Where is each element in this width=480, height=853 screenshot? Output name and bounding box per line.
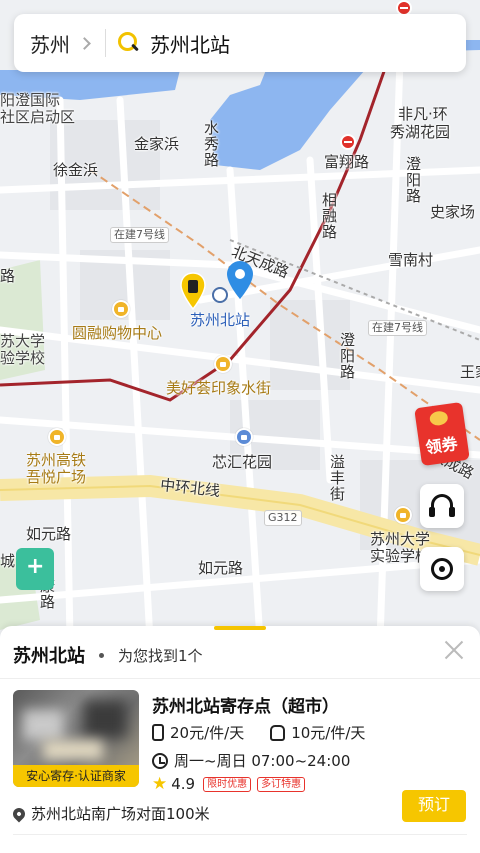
city-selector[interactable]: 苏州 xyxy=(14,29,91,58)
promo-tag: 多订特惠 xyxy=(257,776,306,792)
map-label: 社区启动区 xyxy=(0,108,76,126)
map-label: 金家浜 xyxy=(134,135,180,153)
map-label: 秀湖花园 xyxy=(390,123,451,141)
sheet-title: 苏州北站 xyxy=(13,646,85,667)
price-row: 20元/件/天 10元/件/天 xyxy=(152,722,365,743)
search-input[interactable]: 苏州北站 xyxy=(150,29,230,58)
plaza-poi-icon[interactable] xyxy=(48,428,66,446)
map-label: 澄阳路 xyxy=(404,156,422,204)
sheet-header: 苏州北站 为您找到1个 xyxy=(13,642,203,668)
map-label: 相融路 xyxy=(320,192,338,240)
coupon-button[interactable]: 领券 xyxy=(414,401,470,467)
residence-poi-icon[interactable] xyxy=(235,428,253,446)
rating-row: ★ 4.9 限时优惠 多订特惠 xyxy=(152,774,311,794)
star-icon: ★ xyxy=(152,774,168,794)
map-label: 在建7号线 xyxy=(110,227,169,243)
bag-price: 10元/件/天 xyxy=(291,724,366,742)
clock-icon xyxy=(152,752,168,769)
promo-tag: 限时优惠 xyxy=(203,776,252,792)
map-label: 水秀路 xyxy=(202,120,220,168)
mall-poi-icon[interactable] xyxy=(112,300,130,318)
close-icon[interactable] xyxy=(444,640,464,660)
storage-marker-icon[interactable] xyxy=(180,272,206,310)
map-label: 路 xyxy=(0,267,16,285)
rating-value: 4.9 xyxy=(171,775,196,793)
divider xyxy=(105,29,106,57)
pin-icon xyxy=(10,805,28,822)
book-button[interactable]: 预订 xyxy=(402,790,466,822)
chevron-right-icon xyxy=(78,36,91,50)
metro-icon[interactable] xyxy=(340,134,356,150)
map-label: 苏大学 xyxy=(0,332,46,350)
school-poi-icon[interactable] xyxy=(394,506,412,524)
address-text: 苏州北站南广场对面100米 xyxy=(31,805,210,823)
sheet-handle[interactable] xyxy=(214,626,266,630)
locate-button[interactable] xyxy=(420,547,464,591)
map-label: 城 xyxy=(0,552,16,570)
map-label[interactable]: 吾悦广场 xyxy=(26,469,86,486)
opening-hours: 周一~周日 07:00~24:00 xyxy=(174,752,351,770)
results-sheet[interactable]: 苏州北站 为您找到1个 安心寄存·认证商家 苏州北站寄存点（超市） 20元/件/… xyxy=(0,626,480,853)
city-label: 苏州 xyxy=(30,32,70,57)
divider xyxy=(0,678,480,679)
luggage-price: 20元/件/天 xyxy=(170,724,245,742)
location-pin-icon[interactable] xyxy=(226,260,254,300)
map-label: 阳澄国际 xyxy=(0,91,61,109)
map-label: 澄阳路 xyxy=(338,332,356,380)
search-icon xyxy=(118,32,140,54)
store-name[interactable]: 苏州北站寄存点（超市） xyxy=(152,692,339,717)
result-count: 为您找到1个 xyxy=(118,646,203,665)
separator-dot xyxy=(99,652,104,658)
map-label[interactable]: 美好荟印象水街 xyxy=(166,380,271,397)
headset-icon xyxy=(429,494,455,517)
map-label: 王家 xyxy=(460,363,480,381)
map-label: 溢丰街 xyxy=(328,454,346,502)
store-photo[interactable]: 安心寄存·认证商家 xyxy=(13,690,139,787)
map-label[interactable]: 芯汇花园 xyxy=(212,454,272,471)
map-label[interactable]: 苏州北站 xyxy=(190,312,250,329)
coupon-label: 领券 xyxy=(424,434,459,458)
hours-row: 周一~周日 07:00~24:00 xyxy=(152,750,350,771)
shop-poi-icon[interactable] xyxy=(214,355,232,373)
map-label: 如元路 xyxy=(198,559,244,577)
map-label: 如元路 xyxy=(26,525,72,543)
map-label[interactable]: 苏州大学 xyxy=(370,531,430,548)
search-bar[interactable]: 苏州 苏州北站 xyxy=(14,14,466,72)
locate-icon xyxy=(431,558,453,580)
map-label: 徐金浜 xyxy=(53,161,99,179)
map-label: G312 xyxy=(264,510,302,526)
map-view[interactable]: 阳澄国际 社区启动区 金家浜 徐金浜 水秀路 非凡·环 秀湖花园 富翔路 相融路… xyxy=(0,0,480,640)
shield-icon[interactable] xyxy=(16,548,54,590)
map-label: 雪南村 xyxy=(388,251,434,269)
coin-icon xyxy=(428,410,449,427)
map-label[interactable]: 苏州高铁 xyxy=(26,452,86,469)
divider xyxy=(13,834,467,835)
map-label: 富翔路 xyxy=(324,153,370,171)
address-row: 苏州北站南广场对面100米 xyxy=(10,803,210,824)
map-label: 非凡·环 xyxy=(398,105,448,123)
luggage-icon xyxy=(152,724,164,741)
bag-icon xyxy=(270,724,286,741)
customer-service-button[interactable] xyxy=(420,484,464,528)
map-label: 验学校 xyxy=(0,349,46,367)
map-label: 在建7号线 xyxy=(368,320,427,336)
certified-badge: 安心寄存·认证商家 xyxy=(13,765,139,787)
map-label: 史家场 xyxy=(430,203,476,221)
map-label[interactable]: 圆融购物中心 xyxy=(72,325,162,342)
